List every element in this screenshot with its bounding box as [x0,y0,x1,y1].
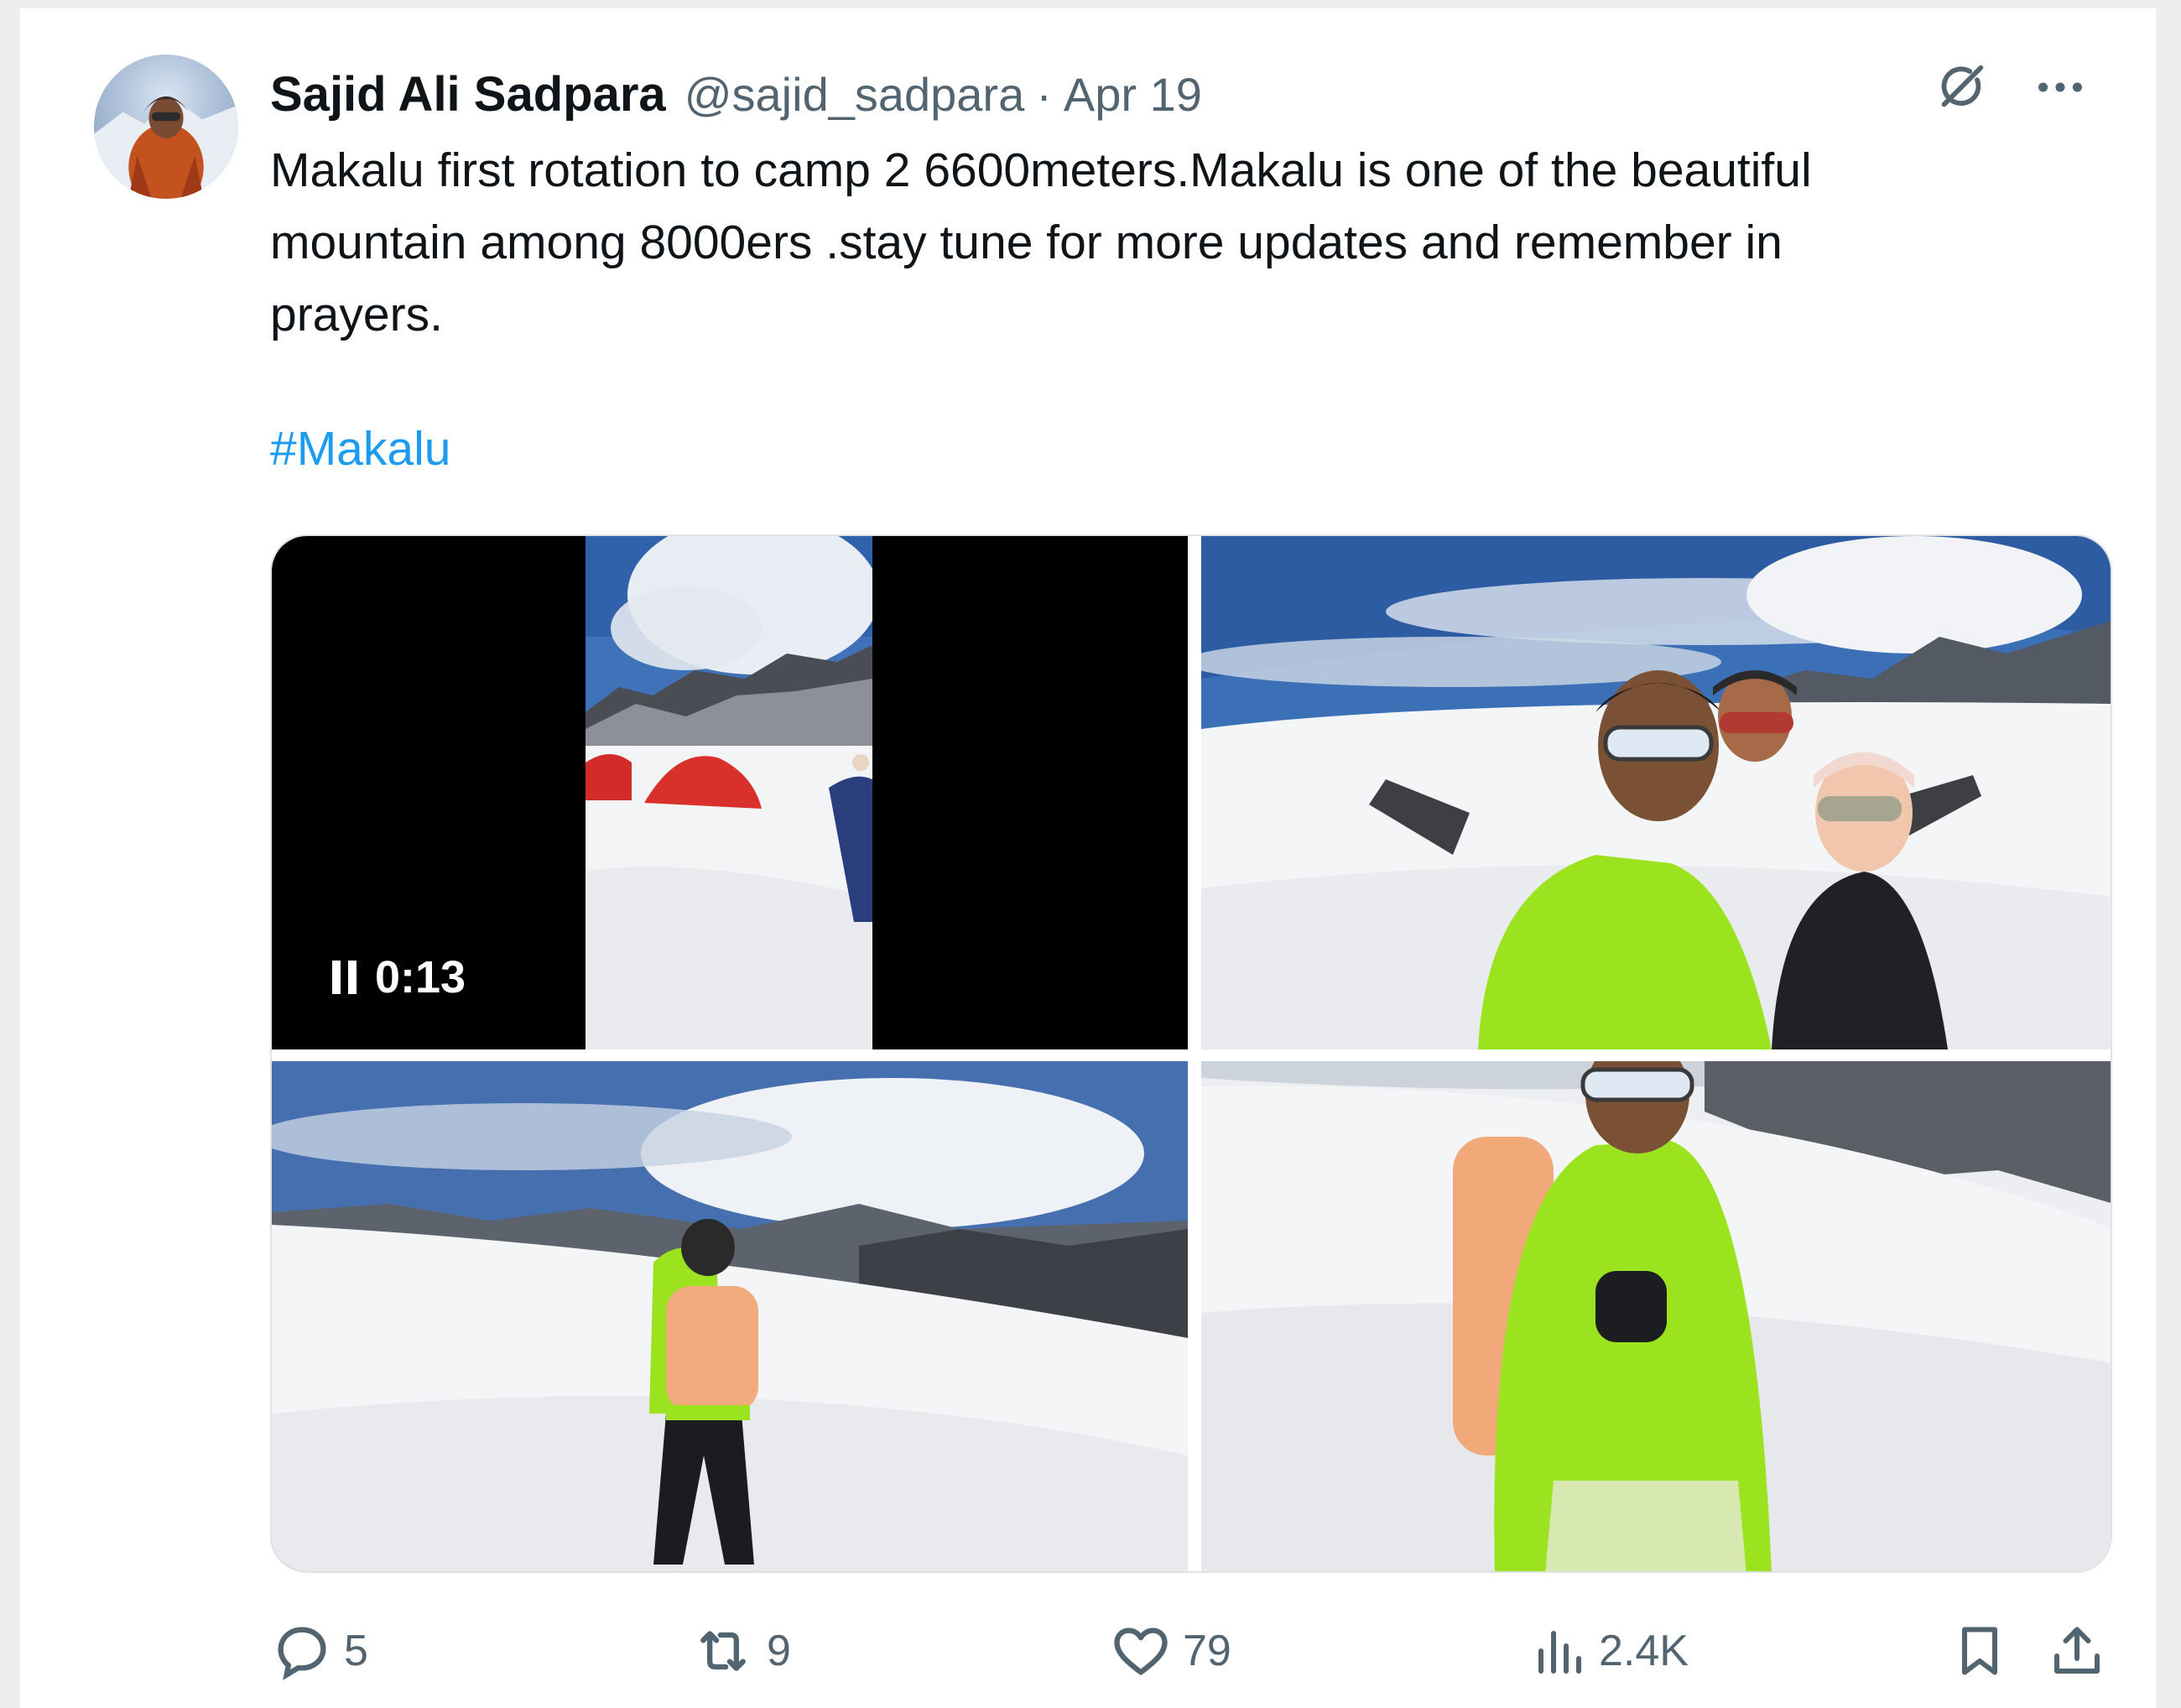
bookmark-icon [1962,1627,1997,1675]
author-name[interactable]: Sajid Ali Sadpara [270,66,666,122]
like-button[interactable]: 79 [1109,1617,1231,1685]
tweet-header: Sajid Ali Sadpara @sajid_sadpara · Apr 1… [270,60,1202,128]
more-icon[interactable] [2030,57,2090,117]
grok-icon[interactable] [1931,57,1991,117]
video-controls: 0:13 [332,951,466,1003]
pause-icon[interactable] [332,961,357,994]
reply-icon [278,1627,326,1680]
tweet-text: Makalu first rotation to camp 2 6600mete… [270,143,1812,341]
reply-count: 5 [344,1627,368,1675]
bookmark-button[interactable] [1949,1617,2010,1685]
tweet-action-bar: 5 9 79 2.4K [270,1617,2112,1685]
hashtag-link[interactable]: #Makalu [270,421,450,476]
photo-tile-selfie[interactable] [1201,536,2111,1049]
tweet-date[interactable]: Apr 19 [1064,67,1202,122]
author-avatar[interactable] [94,55,238,199]
photo-tile-thumbs-up[interactable] [1201,1061,2111,1571]
media-grid: 0:13 [270,534,2112,1573]
like-count: 79 [1183,1627,1231,1675]
video-timestamp: 0:13 [375,952,466,1002]
video-frame [586,536,872,1049]
share-button[interactable] [2047,1617,2107,1685]
repost-button[interactable]: 9 [690,1617,791,1685]
views-icon [1538,1631,1581,1674]
views-count: 2.4K [1599,1627,1689,1675]
header-separator: · [1036,67,1052,121]
tweet-top-actions [1931,57,2090,117]
reply-button[interactable]: 5 [270,1617,368,1685]
views-button[interactable]: 2.4K [1528,1617,1689,1685]
video-tile[interactable]: 0:13 [272,536,1188,1049]
photo-tile-walking[interactable] [272,1061,1188,1571]
repost-icon [700,1631,746,1671]
like-icon [1114,1627,1168,1675]
share-icon [2054,1627,2100,1674]
author-handle[interactable]: @sajid_sadpara [684,67,1025,122]
tweet-card[interactable]: Sajid Ali Sadpara @sajid_sadpara · Apr 1… [20,8,2156,1708]
repost-count: 9 [767,1627,791,1675]
